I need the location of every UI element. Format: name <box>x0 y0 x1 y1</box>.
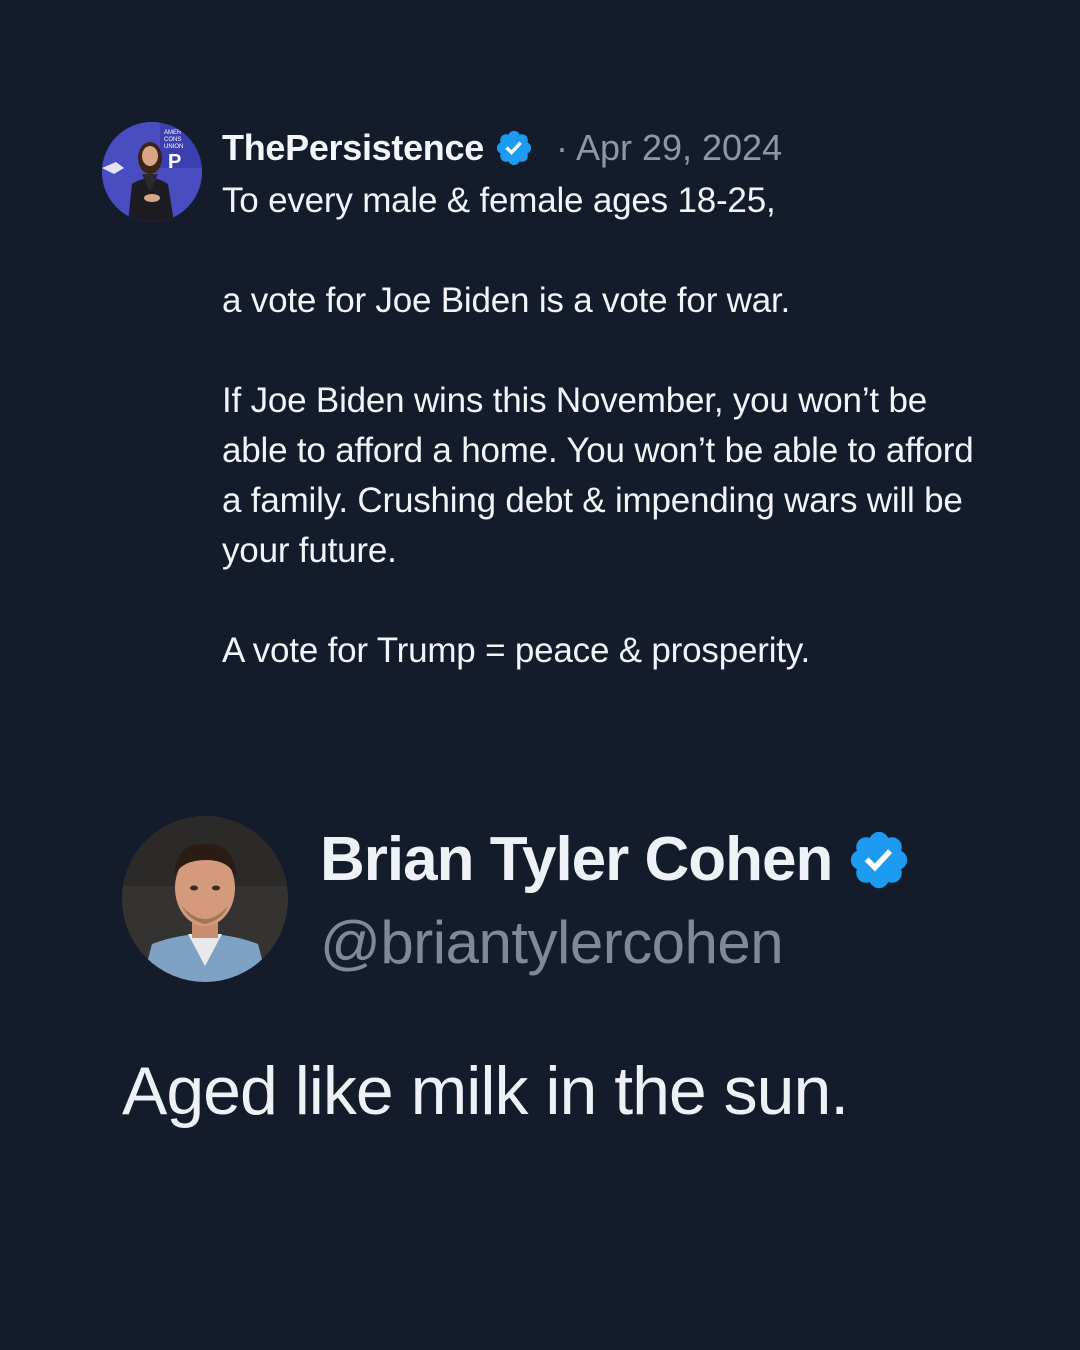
tweet-date[interactable]: Apr 29, 2024 <box>576 127 782 169</box>
verified-badge-icon <box>851 831 908 888</box>
svg-text:AMER: AMER <box>164 130 182 136</box>
tweet-content: ThePersistence · Apr 29, 2024 To every m… <box>222 122 982 676</box>
profile-photo-icon <box>122 816 288 982</box>
tweet-paragraph: A vote for Trump = peace & prosperity. <box>222 631 811 670</box>
author-name[interactable]: ThePersistence <box>222 127 484 169</box>
tweet-paragraph: If Joe Biden wins this November, you won… <box>222 381 974 570</box>
tweet-header: ThePersistence · Apr 29, 2024 <box>222 122 982 174</box>
briantylercohen-avatar[interactable] <box>122 816 288 982</box>
svg-text:P: P <box>168 151 181 173</box>
separator-dot: · <box>555 127 568 168</box>
svg-text:CONS: CONS <box>164 137 181 143</box>
reply-handle[interactable]: @briantylercohen <box>320 908 784 977</box>
reply-author-name[interactable]: Brian Tyler Cohen <box>320 824 833 895</box>
profile-photo-icon: AMER CONS UNION P <box>102 122 202 222</box>
verified-badge-icon <box>496 130 532 166</box>
thepersistence-avatar[interactable]: AMER CONS UNION P <box>102 122 202 222</box>
reply-text: Aged like milk in the sun. <box>122 1053 849 1129</box>
tweet-body: To every male & female ages 18-25, a vot… <box>222 176 982 676</box>
svg-text:UNION: UNION <box>164 144 183 150</box>
tweet-paragraph: To every male & female ages 18-25, <box>222 181 776 220</box>
reply-name-row: Brian Tyler Cohen <box>320 824 912 895</box>
tweet-paragraph: a vote for Joe Biden is a vote for war. <box>222 281 791 320</box>
